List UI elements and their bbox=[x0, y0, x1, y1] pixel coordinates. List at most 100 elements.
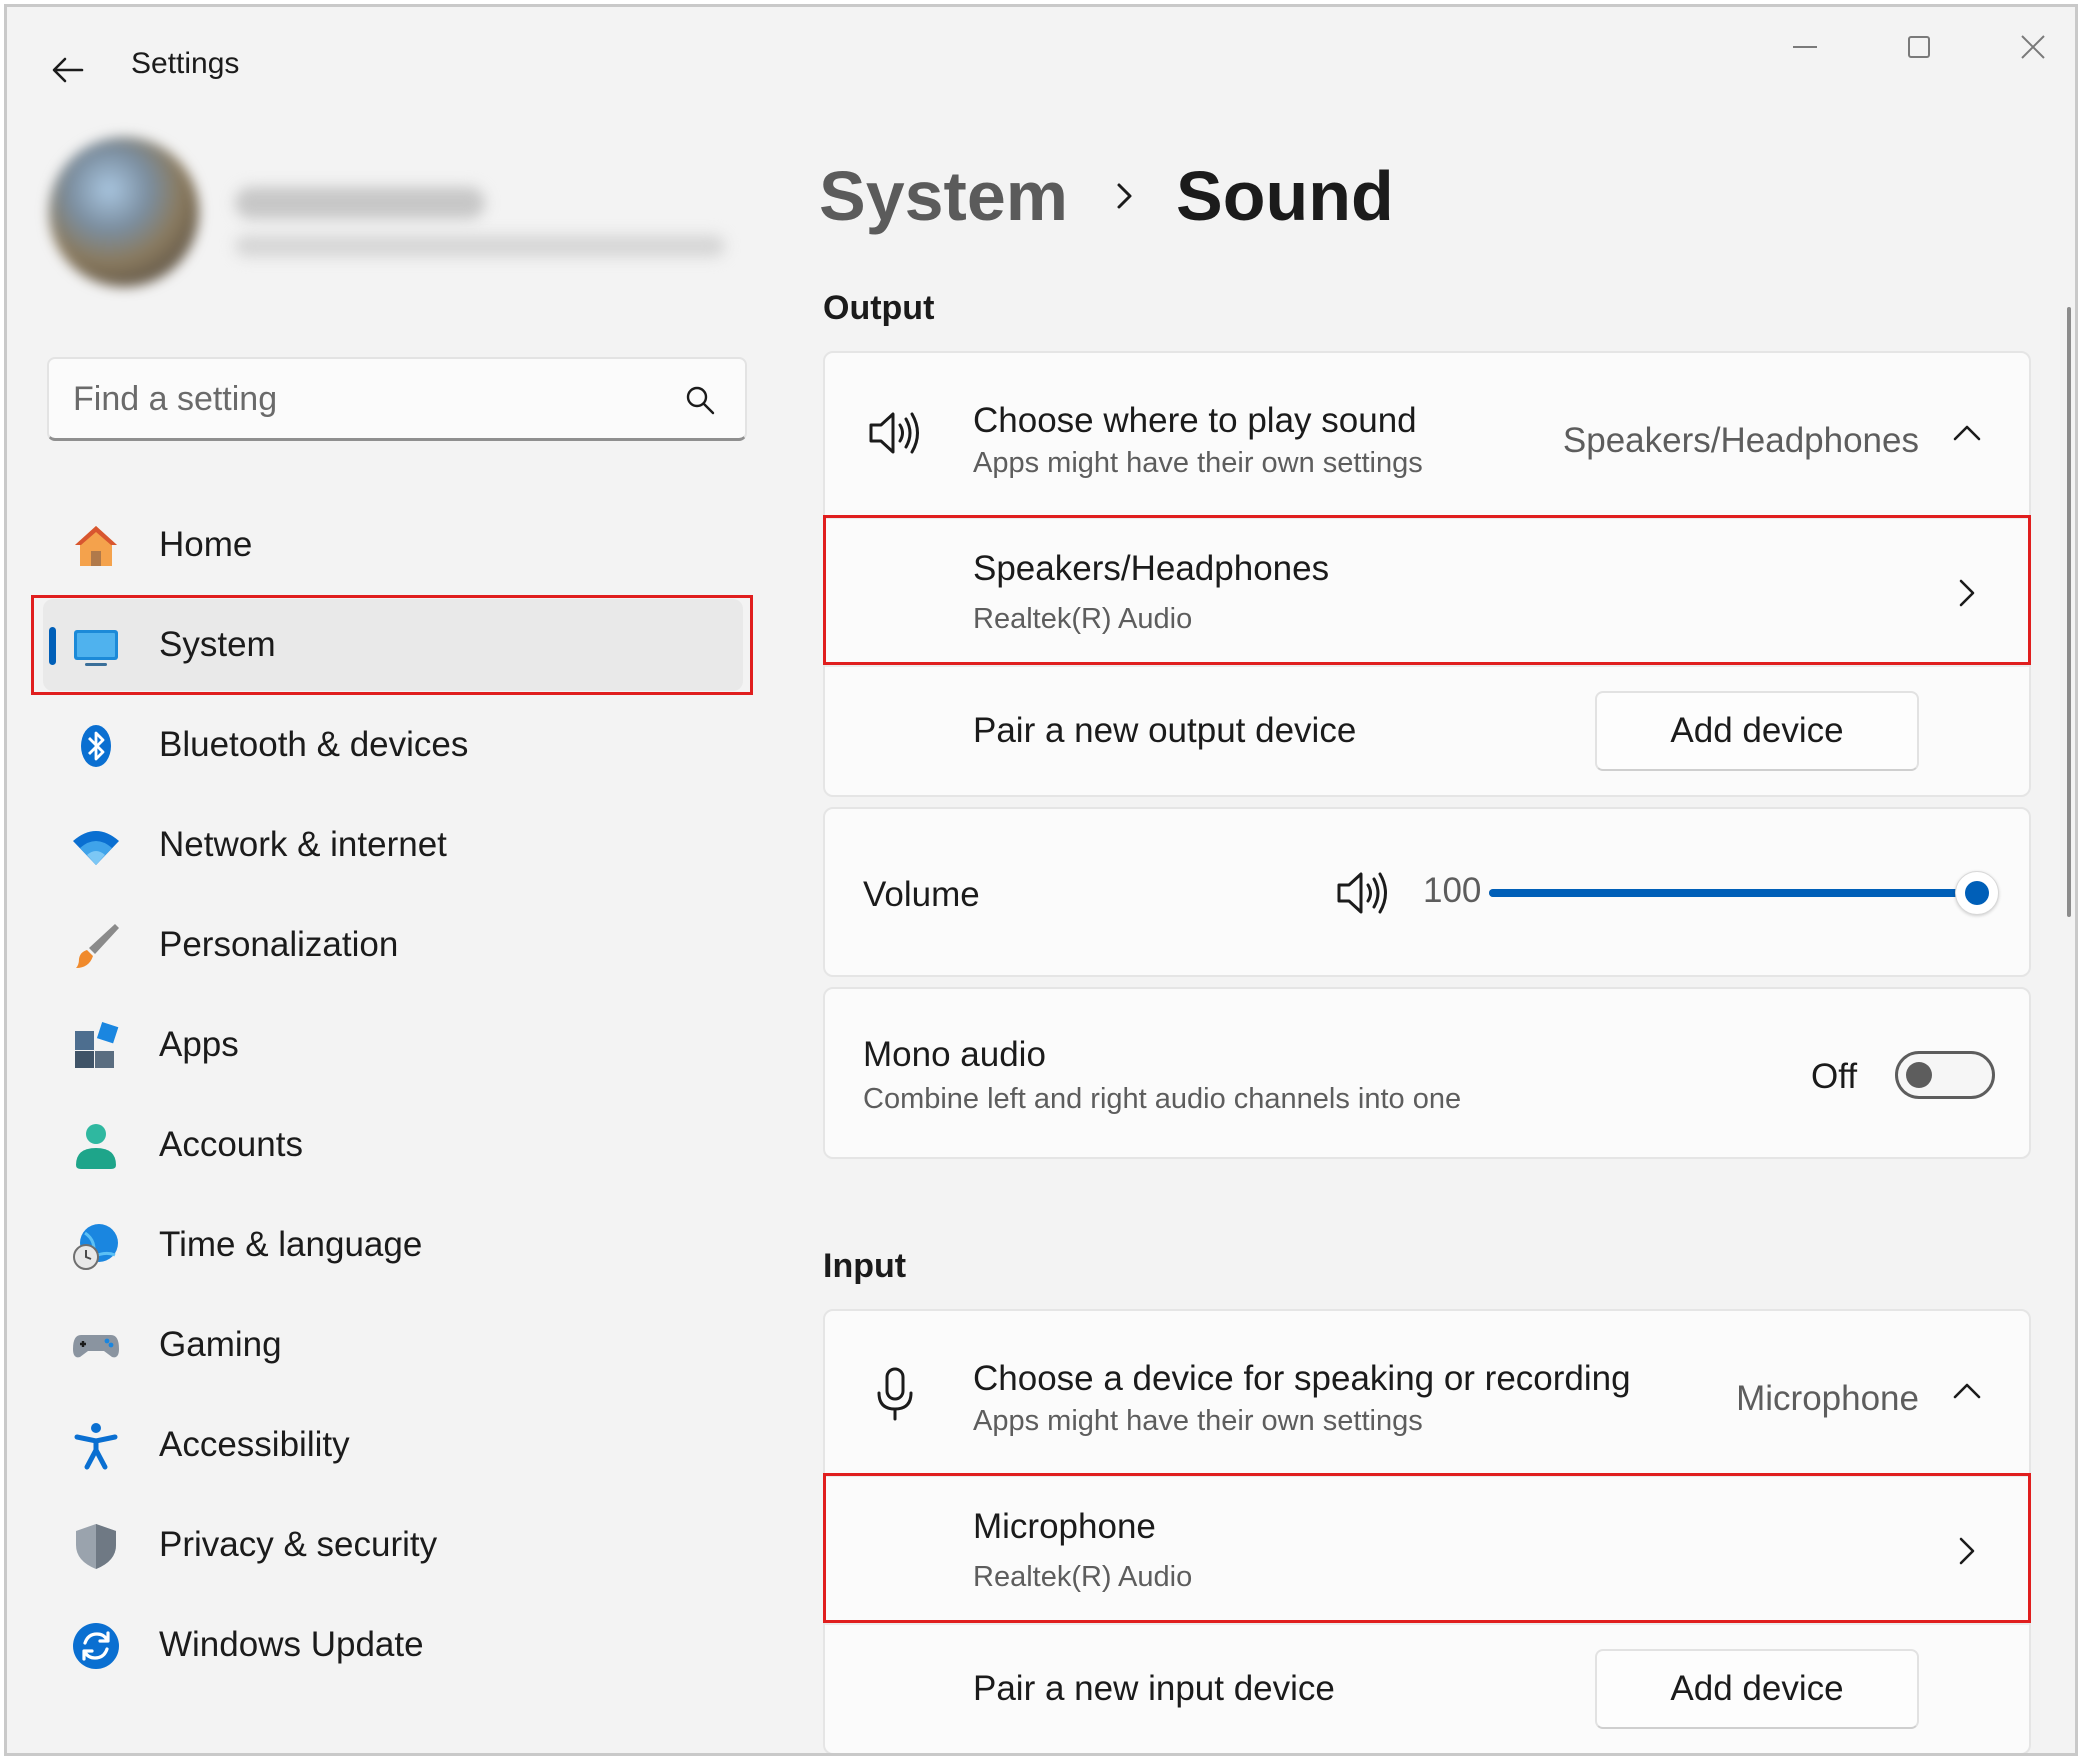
input-device-title: Microphone bbox=[973, 1507, 1156, 1546]
profile-email-redacted bbox=[235, 235, 725, 257]
arrow-left-icon bbox=[52, 57, 84, 83]
mono-audio-title: Mono audio bbox=[863, 1035, 1046, 1074]
section-title-output: Output bbox=[823, 289, 935, 327]
bluetooth-icon bbox=[81, 725, 111, 767]
sidebar-item-label: Apps bbox=[159, 1025, 239, 1064]
pair-input-label: Pair a new input device bbox=[973, 1669, 1335, 1708]
minimize-button[interactable] bbox=[1755, 17, 1855, 77]
output-device-title: Speakers/Headphones bbox=[973, 549, 1330, 588]
close-icon bbox=[2021, 35, 2045, 59]
chevron-up-icon[interactable] bbox=[1949, 415, 1985, 451]
paintbrush-icon bbox=[76, 924, 119, 968]
sidebar-item-time-language[interactable]: Time & language bbox=[43, 1199, 743, 1291]
title-bar: Settings bbox=[7, 7, 2075, 127]
chevron-right-icon bbox=[1959, 579, 1975, 607]
person-icon bbox=[76, 1124, 116, 1169]
breadcrumb: System Sound bbox=[819, 151, 1394, 241]
sidebar-item-windows-update[interactable]: Windows Update bbox=[43, 1599, 743, 1691]
add-input-device-button[interactable]: Add device bbox=[1595, 1649, 1919, 1729]
choose-output-title: Choose where to play sound bbox=[973, 401, 1417, 440]
close-button[interactable] bbox=[1983, 17, 2075, 77]
volume-slider-thumb[interactable] bbox=[1955, 871, 1999, 915]
add-output-device-button[interactable]: Add device bbox=[1595, 691, 1919, 771]
sidebar-item-label: Accounts bbox=[159, 1125, 303, 1164]
selected-output-value: Speakers/Headphones bbox=[1562, 421, 1919, 460]
pair-input-row: Pair a new input device Add device bbox=[825, 1625, 2029, 1753]
sync-icon bbox=[73, 1623, 119, 1669]
search-input[interactable] bbox=[73, 359, 663, 439]
gamepad-icon bbox=[73, 1335, 119, 1358]
sidebar-item-apps[interactable]: Apps bbox=[43, 999, 743, 1091]
input-device-card: Choose a device for speaking or recordin… bbox=[823, 1309, 2031, 1753]
maximize-button[interactable] bbox=[1869, 17, 1969, 77]
section-title-input: Input bbox=[823, 1247, 907, 1285]
settings-window: Settings Home bbox=[4, 4, 2078, 1756]
mono-audio-toggle[interactable] bbox=[1895, 1051, 1995, 1099]
output-device-subtitle: Realtek(R) Audio bbox=[973, 603, 1193, 635]
volume-card: Volume 100 bbox=[823, 807, 2031, 977]
volume-label: Volume bbox=[863, 875, 980, 914]
profile-name-redacted bbox=[235, 187, 485, 219]
mono-audio-subtitle: Combine left and right audio channels in… bbox=[863, 1083, 1462, 1115]
pair-output-row: Pair a new output device Add device bbox=[825, 667, 2029, 795]
sidebar-item-label: Network & internet bbox=[159, 825, 447, 864]
output-device-speakers[interactable]: Speakers/Headphones Realtek(R) Audio bbox=[825, 519, 2029, 665]
choose-output-subtitle: Apps might have their own settings bbox=[973, 447, 1423, 479]
scrollbar[interactable] bbox=[2067, 307, 2071, 917]
app-title: Settings bbox=[131, 47, 240, 80]
sidebar-item-label: System bbox=[159, 625, 276, 664]
sidebar-item-label: Personalization bbox=[159, 925, 399, 964]
sidebar-item-label: Windows Update bbox=[159, 1625, 424, 1664]
selected-input-value: Microphone bbox=[1736, 1379, 1919, 1418]
sidebar-item-accounts[interactable]: Accounts bbox=[43, 1099, 743, 1191]
input-device-subtitle: Realtek(R) Audio bbox=[973, 1561, 1193, 1593]
system-icon bbox=[74, 630, 118, 666]
sidebar-item-label: Time & language bbox=[159, 1225, 423, 1264]
home-icon bbox=[75, 526, 117, 566]
volume-slider-fill bbox=[1489, 889, 1963, 897]
active-indicator bbox=[49, 627, 56, 665]
sidebar-item-bluetooth[interactable]: Bluetooth & devices bbox=[43, 699, 743, 791]
chevron-up-icon[interactable] bbox=[1949, 1373, 1985, 1409]
sidebar-item-gaming[interactable]: Gaming bbox=[43, 1299, 743, 1391]
sidebar-item-label: Gaming bbox=[159, 1325, 282, 1364]
sidebar-item-home[interactable]: Home bbox=[43, 499, 743, 591]
avatar[interactable] bbox=[49, 137, 199, 287]
search-icon[interactable] bbox=[683, 383, 717, 417]
sidebar-item-system[interactable]: System bbox=[43, 599, 743, 691]
sidebar-item-label: Home bbox=[159, 525, 253, 564]
sidebar-item-accessibility[interactable]: Accessibility bbox=[43, 1399, 743, 1491]
pair-output-label: Pair a new output device bbox=[973, 711, 1357, 750]
volume-value: 100 bbox=[1423, 871, 1482, 910]
back-button[interactable] bbox=[43, 45, 93, 95]
sidebar-item-personalization[interactable]: Personalization bbox=[43, 899, 743, 991]
chevron-right-icon bbox=[1117, 183, 1132, 209]
page-title: Sound bbox=[1176, 157, 1394, 235]
choose-input-subtitle: Apps might have their own settings bbox=[973, 1405, 1423, 1437]
choose-input-row[interactable]: Choose a device for speaking or recordin… bbox=[825, 1311, 2029, 1475]
choose-input-title: Choose a device for speaking or recordin… bbox=[973, 1359, 1631, 1398]
sidebar-item-network[interactable]: Network & internet bbox=[43, 799, 743, 891]
accessibility-icon bbox=[74, 1423, 118, 1470]
globe-clock-icon bbox=[73, 1224, 118, 1270]
speaker-icon[interactable] bbox=[1333, 863, 1393, 923]
minimize-icon bbox=[1793, 46, 1817, 48]
mono-audio-state: Off bbox=[1811, 1057, 1858, 1096]
sidebar-item-label: Bluetooth & devices bbox=[159, 725, 469, 764]
sidebar-item-privacy-security[interactable]: Privacy & security bbox=[43, 1499, 743, 1591]
search-box[interactable] bbox=[47, 357, 747, 441]
apps-icon bbox=[75, 1021, 119, 1068]
mono-audio-card: Mono audio Combine left and right audio … bbox=[823, 987, 2031, 1159]
microphone-icon bbox=[877, 1367, 913, 1421]
toggle-knob bbox=[1906, 1062, 1932, 1088]
chevron-right-icon bbox=[1959, 1537, 1975, 1565]
choose-output-row[interactable]: Choose where to play sound Apps might ha… bbox=[825, 353, 2029, 517]
speaker-icon bbox=[869, 412, 919, 454]
breadcrumb-parent[interactable]: System bbox=[819, 156, 1068, 236]
sidebar-item-label: Accessibility bbox=[159, 1425, 350, 1464]
volume-slider[interactable] bbox=[1489, 871, 1999, 915]
shield-icon bbox=[76, 1524, 116, 1569]
maximize-icon bbox=[1908, 36, 1930, 58]
output-device-card: Choose where to play sound Apps might ha… bbox=[823, 351, 2031, 797]
input-device-microphone[interactable]: Microphone Realtek(R) Audio bbox=[825, 1477, 2029, 1623]
